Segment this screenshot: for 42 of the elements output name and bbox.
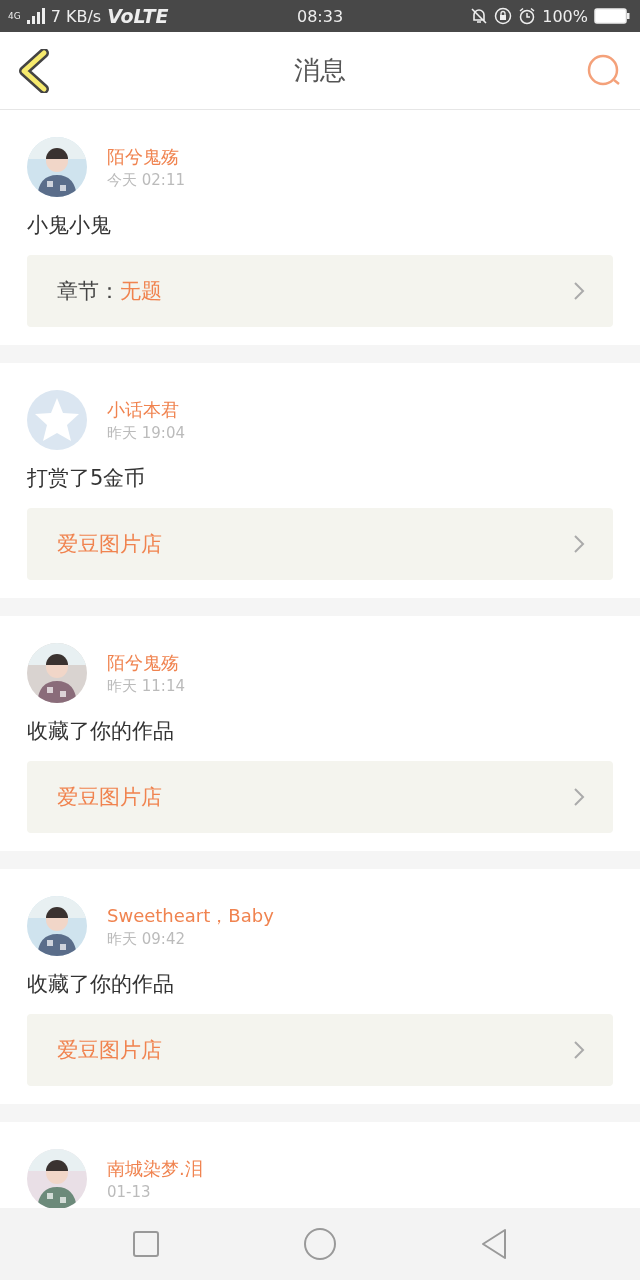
page-title: 消息 — [294, 54, 346, 87]
clock-time: 08:33 — [296, 6, 344, 26]
chevron-right-icon — [573, 281, 585, 301]
volte-label: VoLTE — [107, 5, 169, 27]
message-text: 打赏了5金币 — [27, 465, 147, 492]
message-text: 收藏了你的作品 — [27, 971, 175, 998]
message-time: 昨天 11:14 — [107, 676, 185, 696]
work-title: 爱豆图片店 — [57, 1037, 163, 1064]
recent-apps-icon[interactable] — [131, 1230, 160, 1258]
message-time: 今天 02:11 — [107, 170, 185, 190]
work-title: 爱豆图片店 — [57, 784, 163, 811]
user-name[interactable]: 陌兮鬼殇 — [107, 650, 185, 675]
user-name[interactable]: 小话本君 — [107, 397, 185, 422]
back-icon[interactable] — [18, 48, 50, 93]
message-time: 昨天 19:04 — [107, 423, 185, 443]
user-name[interactable]: 陌兮鬼殇 — [107, 144, 185, 169]
network-speed: 7 KB/s — [50, 6, 102, 26]
message-text: 小鬼小鬼 — [27, 212, 112, 239]
chevron-right-icon — [573, 1040, 585, 1060]
work-link[interactable]: 章节：无题 — [27, 255, 613, 327]
alarm-icon — [518, 7, 537, 25]
work-link[interactable]: 爱豆图片店 — [27, 1014, 613, 1086]
chevron-right-icon — [573, 787, 585, 807]
chevron-right-icon — [573, 534, 585, 554]
work-title: 无题 — [120, 278, 163, 305]
battery-icon — [594, 8, 630, 24]
signal-icon — [26, 8, 45, 24]
work-title: 爱豆图片店 — [57, 531, 163, 558]
chapter-label: 章节： — [57, 278, 120, 305]
back-triangle-icon[interactable] — [480, 1228, 509, 1260]
rotation-lock-icon — [494, 7, 513, 25]
bell-muted-icon — [470, 7, 489, 25]
user-name[interactable]: Sweetheart，Baby — [107, 903, 274, 928]
work-link[interactable]: 爱豆图片店 — [27, 761, 613, 833]
work-link[interactable]: 爱豆图片店 — [27, 508, 613, 580]
home-icon[interactable] — [303, 1227, 337, 1261]
message-time: 01-13 — [107, 1183, 152, 1201]
message-time: 昨天 09:42 — [107, 929, 186, 949]
network-type: 4G — [8, 11, 21, 21]
battery-percent: 100% — [542, 6, 588, 26]
message-text: 收藏了你的作品 — [27, 718, 175, 745]
user-name[interactable]: 南城染梦.泪 — [107, 1157, 203, 1181]
